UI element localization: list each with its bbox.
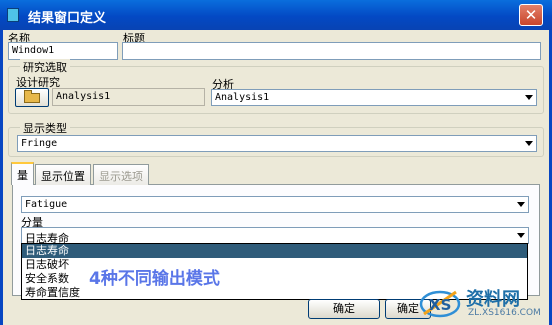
quantity-type-select-value: Fatigue — [25, 199, 68, 210]
folder-open-icon — [24, 90, 40, 103]
chevron-down-icon — [525, 95, 533, 100]
analysis-select[interactable]: Analysis1 — [211, 89, 537, 106]
name-input[interactable]: Window1 — [8, 42, 118, 60]
tab-quantity[interactable]: 量 — [11, 162, 34, 185]
display-type-group-title: 显示类型 — [20, 120, 70, 136]
component-select[interactable]: 日志寿命 — [21, 227, 529, 245]
watermark-url: ZL.XS1616.COM — [468, 308, 541, 318]
annotation-caption: 4种不同输出模式 — [89, 269, 220, 289]
window-title: 结果窗口定义 — [28, 11, 107, 26]
watermark-logo-letters: XS — [429, 296, 451, 314]
title-input[interactable] — [122, 42, 541, 60]
chevron-down-icon — [525, 141, 533, 146]
study-select-group-title: 研究选取 — [20, 59, 70, 75]
design-study-field: Analysis1 — [52, 88, 205, 106]
analysis-select-value: Analysis1 — [215, 92, 270, 103]
quantity-type-select[interactable]: Fatigue — [21, 196, 529, 213]
display-type-select-value: Fringe — [21, 138, 58, 149]
open-study-button[interactable] — [15, 88, 49, 107]
chevron-down-icon — [517, 202, 525, 207]
display-type-select[interactable]: Fringe — [17, 135, 537, 152]
close-button[interactable]: ✕ — [519, 4, 543, 26]
watermark-logo: XS — [419, 290, 461, 318]
chevron-down-icon — [517, 233, 525, 238]
app-icon — [7, 8, 19, 22]
list-item[interactable]: 日志寿命 — [22, 244, 527, 258]
tab-display-location[interactable]: 显示位置 — [35, 164, 91, 185]
tab-display-options: 显示选项 — [93, 164, 149, 185]
ok-button[interactable]: 确定 — [308, 299, 380, 319]
